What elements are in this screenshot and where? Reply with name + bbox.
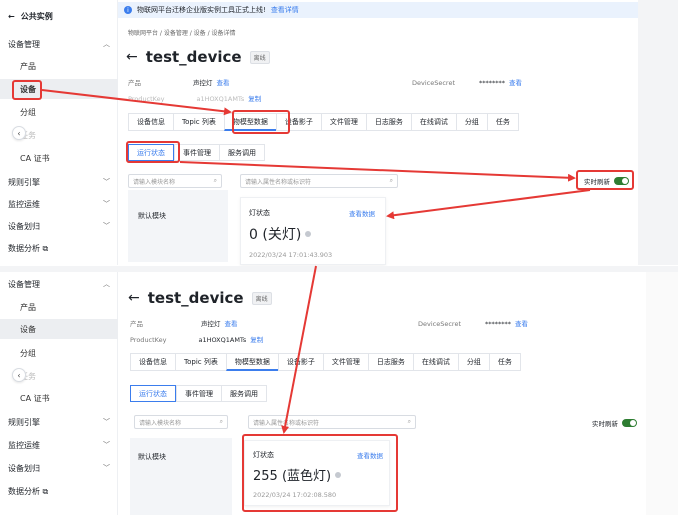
arrow-device-to-tab [41, 89, 232, 116]
arrow-card-to-new-value [281, 265, 317, 434]
arrow-realtime-to-card [386, 189, 591, 220]
annotation-arrows [41, 89, 591, 434]
arrow-subtab-to-realtime [179, 161, 576, 182]
